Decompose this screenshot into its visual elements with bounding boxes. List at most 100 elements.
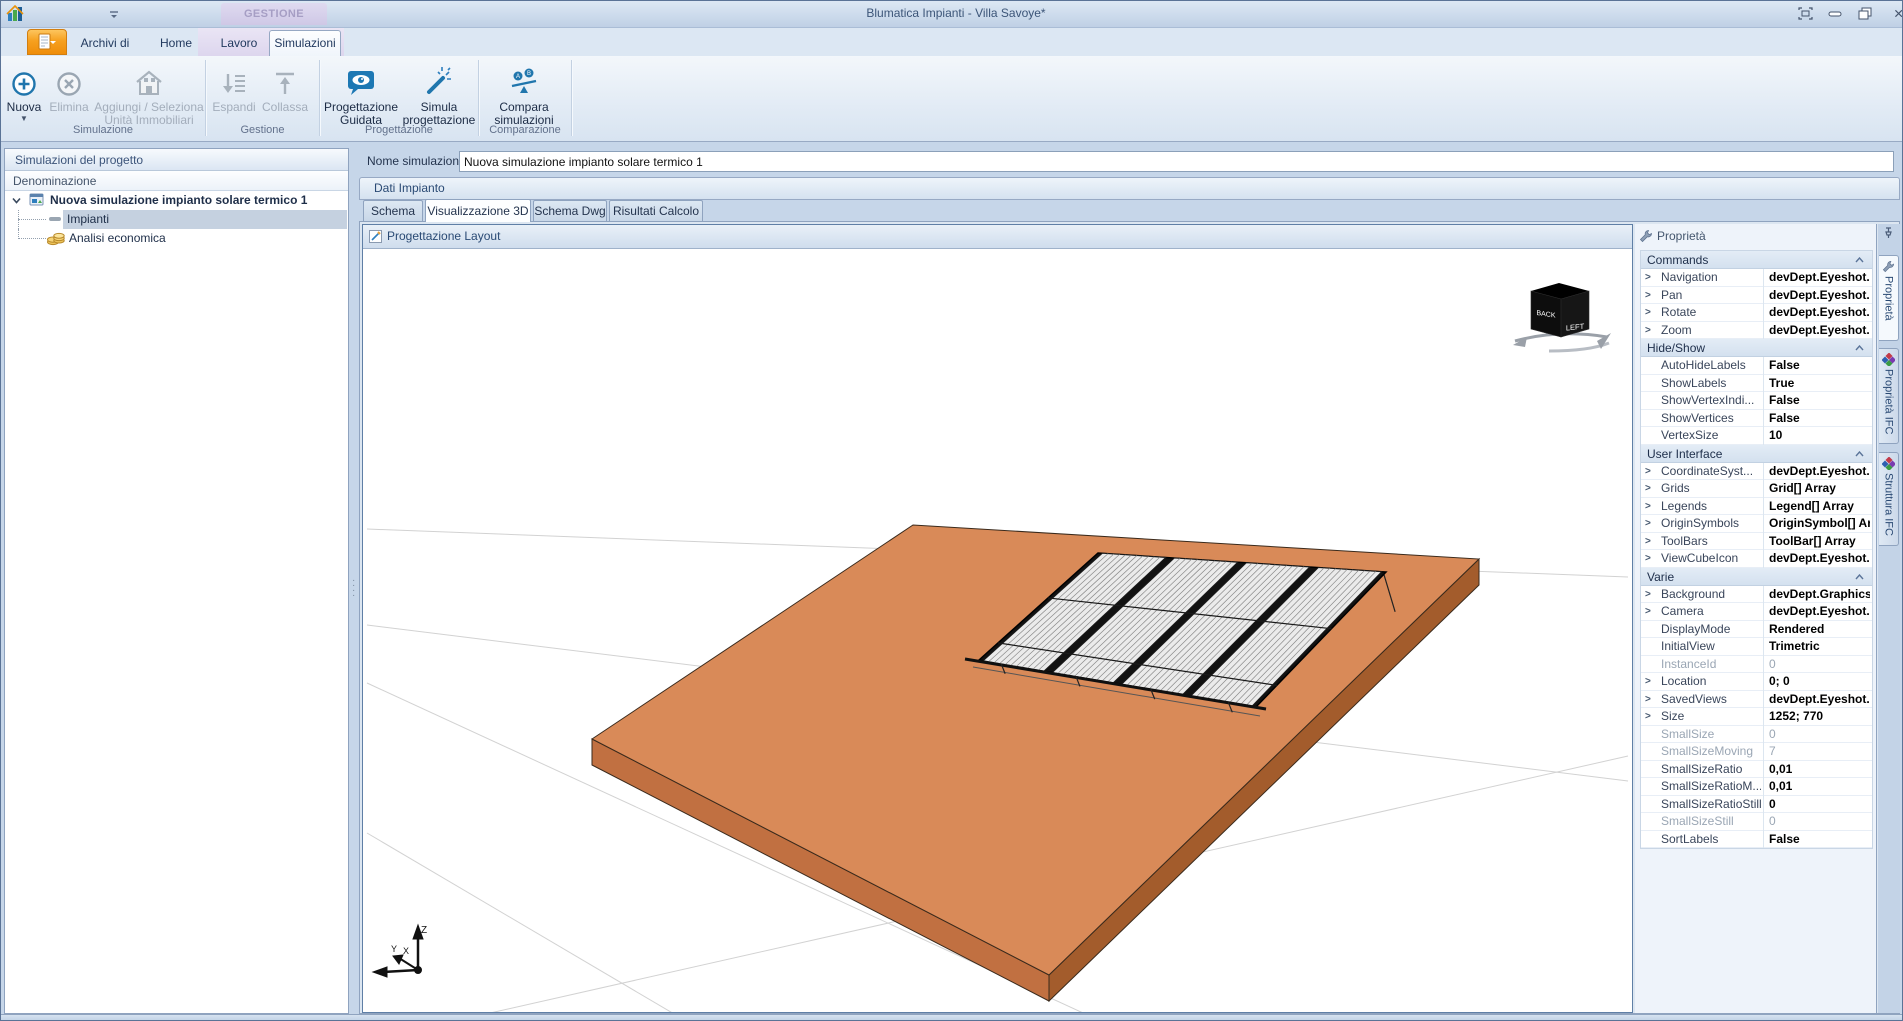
property-row-size[interactable]: >Size1252; 770 (1641, 708, 1872, 726)
collapse-chevron-icon[interactable] (1855, 451, 1864, 457)
property-row-initialview[interactable]: InitialViewTrimetric (1641, 638, 1872, 656)
quick-access-customize-icon[interactable] (107, 9, 121, 21)
property-value[interactable]: devDept.Eyeshot.... (1763, 463, 1870, 481)
property-value[interactable]: devDept.Eyeshot.... (1763, 269, 1870, 287)
property-row-vertexsize[interactable]: VertexSize10 (1641, 427, 1872, 445)
expander-icon[interactable]: > (1645, 322, 1657, 340)
expander-icon[interactable]: > (1645, 515, 1657, 533)
view-cube[interactable]: BACK LEFT (1513, 283, 1611, 351)
property-value[interactable]: Trimetric (1763, 638, 1870, 656)
minimize-button[interactable] (1824, 5, 1846, 22)
property-row-showlabels[interactable]: ShowLabelsTrue (1641, 375, 1872, 393)
expander-icon[interactable]: > (1645, 603, 1657, 621)
tab-schema-dwg[interactable]: Schema Dwg (533, 200, 607, 221)
property-row-grids[interactable]: >GridsGrid[] Array (1641, 480, 1872, 498)
property-value[interactable]: ToolBar[] Array (1763, 533, 1870, 551)
property-row-smallsizeratiostill[interactable]: SmallSizeRatioStill0 (1641, 796, 1872, 814)
tab-visualizzazione-3d[interactable]: Visualizzazione 3D (425, 199, 531, 222)
property-row-smallsize[interactable]: SmallSize0 (1641, 726, 1872, 744)
property-row-smallsizestill[interactable]: SmallSizeStill0 (1641, 813, 1872, 831)
property-value[interactable]: 0 (1763, 796, 1870, 814)
simulation-name-input[interactable] (459, 151, 1894, 172)
property-row-smallsizeratiom[interactable]: SmallSizeRatioM...0,01 (1641, 778, 1872, 796)
property-value[interactable]: devDept.Eyeshot.... (1763, 304, 1870, 322)
property-value[interactable]: Grid[] Array (1763, 480, 1870, 498)
expander-icon[interactable]: > (1645, 480, 1657, 498)
expander-icon[interactable]: > (1645, 673, 1657, 691)
fit-screen-button[interactable] (1794, 5, 1816, 22)
property-category-hide-show[interactable]: Hide/Show (1641, 339, 1872, 357)
expander-icon[interactable]: > (1645, 586, 1657, 604)
property-row-rotate[interactable]: >RotatedevDept.Eyeshot.... (1641, 304, 1872, 322)
expander-icon[interactable]: > (1645, 691, 1657, 709)
property-value[interactable]: 10 (1763, 427, 1870, 445)
collapse-chevron-icon[interactable] (1855, 257, 1864, 263)
property-value[interactable]: True (1763, 375, 1870, 393)
vertical-splitter[interactable]: ···· (349, 148, 359, 1014)
property-row-savedviews[interactable]: >SavedViewsdevDept.Eyeshot.... (1641, 691, 1872, 709)
property-row-camera[interactable]: >CameradevDept.Eyeshot.... (1641, 603, 1872, 621)
property-value[interactable]: devDept.Eyeshot.... (1763, 550, 1870, 568)
property-value[interactable]: devDept.Eyeshot.... (1763, 603, 1870, 621)
expander-icon[interactable]: > (1645, 498, 1657, 516)
expander-icon[interactable]: > (1645, 269, 1657, 287)
property-value[interactable]: 0 (1763, 656, 1870, 674)
property-row-background[interactable]: >BackgrounddevDept.Graphics.... (1641, 586, 1872, 604)
property-row-smallsizemoving[interactable]: SmallSizeMoving7 (1641, 743, 1872, 761)
tree-column-header[interactable]: Denominazione (5, 171, 348, 191)
tree-item-impianti[interactable]: Impianti (5, 210, 348, 229)
property-row-showvertices[interactable]: ShowVerticesFalse (1641, 410, 1872, 428)
auto-hide-pin-icon[interactable] (1883, 227, 1894, 239)
tab-schema[interactable]: Schema (363, 200, 423, 221)
property-value[interactable]: False (1763, 410, 1870, 428)
property-row-toolbars[interactable]: >ToolBarsToolBar[] Array (1641, 533, 1872, 551)
close-button[interactable] (1894, 5, 1903, 22)
property-value[interactable]: devDept.Eyeshot.... (1763, 287, 1870, 305)
property-value[interactable]: 0,01 (1763, 761, 1870, 779)
restore-button[interactable] (1854, 5, 1876, 22)
property-value[interactable]: False (1763, 831, 1870, 849)
ribbon-tab-archivi-di-base[interactable]: Archivi di Base (67, 31, 143, 56)
property-row-legends[interactable]: >LegendsLegend[] Array (1641, 498, 1872, 516)
side-tab-struttura-ifc[interactable]: Struttura IFC (1879, 452, 1899, 546)
property-value[interactable]: OriginSymbol[] Ar... (1763, 515, 1870, 533)
ribbon-tab-home[interactable]: Home (147, 31, 205, 56)
property-value[interactable]: devDept.Graphics.... (1763, 586, 1870, 604)
ribbon-tab-lavoro[interactable]: Lavoro (211, 31, 267, 56)
property-category-commands[interactable]: Commands (1641, 251, 1872, 269)
expander-icon[interactable]: > (1645, 304, 1657, 322)
property-value[interactable]: 0 (1763, 726, 1870, 744)
expander-icon[interactable]: > (1645, 708, 1657, 726)
property-value[interactable]: 0,01 (1763, 778, 1870, 796)
property-value[interactable]: 0; 0 (1763, 673, 1870, 691)
property-row-zoom[interactable]: >ZoomdevDept.Eyeshot.... (1641, 322, 1872, 340)
expander-icon[interactable]: > (1645, 463, 1657, 481)
property-value[interactable]: 1252; 770 (1763, 708, 1870, 726)
file-menu-button[interactable] (27, 29, 67, 55)
property-row-instanceid[interactable]: InstanceId0 (1641, 656, 1872, 674)
property-row-sortlabels[interactable]: SortLabelsFalse (1641, 831, 1872, 849)
property-row-smallsizeratio[interactable]: SmallSizeRatio0,01 (1641, 761, 1872, 779)
property-row-pan[interactable]: >PandevDept.Eyeshot.... (1641, 287, 1872, 305)
property-row-originsymbols[interactable]: >OriginSymbolsOriginSymbol[] Ar... (1641, 515, 1872, 533)
property-value[interactable]: devDept.Eyeshot.... (1763, 322, 1870, 340)
tree-root-row[interactable]: Nuova simulazione impianto solare termic… (5, 191, 348, 210)
property-row-location[interactable]: >Location0; 0 (1641, 673, 1872, 691)
collapse-chevron-icon[interactable] (1855, 345, 1864, 351)
property-value[interactable]: False (1763, 392, 1870, 410)
property-value[interactable]: Legend[] Array (1763, 498, 1870, 516)
side-tab-proprieta[interactable]: Proprietà (1879, 255, 1899, 341)
tree-item-analisi-economica[interactable]: Analisi economica (5, 229, 348, 248)
viewport-3d-canvas[interactable]: BACK LEFT Z X (363, 249, 1632, 1012)
expander-icon[interactable]: > (1645, 533, 1657, 551)
property-row-coordinatesyst[interactable]: >CoordinateSyst...devDept.Eyeshot.... (1641, 463, 1872, 481)
tab-risultati-calcolo[interactable]: Risultati Calcolo (609, 200, 703, 221)
property-value[interactable]: Rendered (1763, 621, 1870, 639)
property-category-varie[interactable]: Varie (1641, 568, 1872, 586)
property-value[interactable]: 0 (1763, 813, 1870, 831)
property-category-user-interface[interactable]: User Interface (1641, 445, 1872, 463)
property-row-navigation[interactable]: >NavigationdevDept.Eyeshot.... (1641, 269, 1872, 287)
side-tab-proprieta-ifc[interactable]: Proprietà IFC (1879, 348, 1899, 444)
expander-icon[interactable]: > (1645, 287, 1657, 305)
property-value[interactable]: 7 (1763, 743, 1870, 761)
